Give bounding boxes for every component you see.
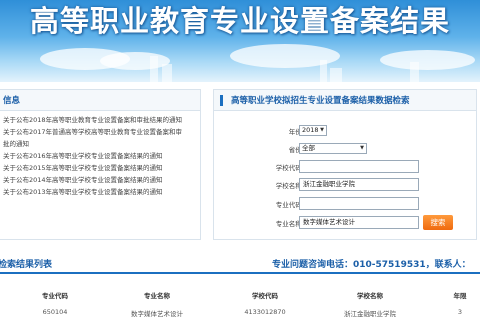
news-list: 关于公布2018年高等职业教育专业设置备案和审批结果的通知 关于公布2017年普…: [0, 111, 200, 198]
site-title: 高等职业教育专业设置备案结果: [30, 4, 451, 38]
search-panel: 高等职业学校拟招生专业设置备案结果数据检索 年份: 2018 ▼ 省份: 全部 …: [213, 89, 477, 240]
column-header-school-code: 学校代码: [252, 292, 278, 300]
news-link[interactable]: 关于公布2017年普通高等学校高等职业教育专业设置备案和审: [0, 126, 200, 138]
school-name-input[interactable]: 浙江金融职业学院: [299, 178, 419, 191]
major-code-row: 专业代码:: [214, 197, 478, 211]
province-row: 省份: 全部 ▼: [214, 142, 478, 156]
building-decoration: [410, 62, 419, 82]
cloud-decoration: [380, 50, 475, 70]
column-header-duration: 年限: [453, 292, 467, 300]
column-header-major-name: 专业名称: [144, 292, 170, 300]
header-banner: 高等职业教育专业设置备案结果: [0, 0, 480, 82]
year-row: 年份: 2018 ▼: [214, 124, 478, 138]
building-decoration: [320, 60, 327, 82]
school-name-row: 学校名称: 浙江金融职业学院: [214, 178, 478, 192]
cell-school-code: 4133012870: [244, 308, 286, 316]
cell-major-code: 650104: [42, 308, 68, 316]
province-select[interactable]: 全部 ▼: [299, 143, 367, 154]
cell-school-name: 浙江金融职业学院: [344, 310, 396, 318]
news-link[interactable]: 关于公布2014年高等职业学校专业设置备案结果的通知: [0, 174, 200, 186]
news-link[interactable]: 关于公布2015年高等职业学校专业设置备案结果的通知: [0, 162, 200, 174]
search-button[interactable]: 搜索: [423, 215, 453, 230]
news-link[interactable]: 关于公布2016年高等职业学校专业设置备案结果的通知: [0, 150, 200, 162]
news-panel-title: 信息: [3, 96, 21, 106]
search-panel-header: 高等职业学校拟招生专业设置备案结果数据检索: [214, 90, 476, 111]
chevron-down-icon: ▼: [320, 127, 324, 133]
results-header: 检索结果列表 专业问题咨询电话：010-57519531，联系人：: [0, 255, 480, 274]
province-select-value: 全部: [302, 144, 315, 152]
cell-major-name: 数字媒体艺术设计: [131, 310, 183, 318]
results-title: 检索结果列表: [0, 260, 53, 270]
cell-duration: 3: [457, 308, 463, 316]
search-panel-title: 高等职业学校拟招生专业设置备案结果数据检索: [231, 96, 410, 106]
year-select[interactable]: 2018 ▼: [299, 125, 327, 136]
news-link[interactable]: 关于公布2018年高等职业教育专业设置备案和审批结果的通知: [0, 114, 200, 126]
hotline-text: 专业问题咨询电话：010-57519531，联系人：: [272, 260, 471, 270]
news-panel: 信息 关于公布2018年高等职业教育专业设置备案和审批结果的通知 关于公布201…: [0, 89, 201, 240]
section-marker: [220, 95, 223, 106]
news-link[interactable]: 批的通知: [0, 138, 200, 150]
year-select-value: 2018: [302, 126, 319, 134]
major-code-input[interactable]: [299, 197, 419, 210]
news-link[interactable]: 关于公布2013年高等职业学校专业设置备案结果的通知: [0, 186, 200, 198]
building-decoration: [162, 64, 172, 82]
building-decoration: [150, 56, 158, 82]
school-code-row: 学校代码:: [214, 160, 478, 174]
column-header-school-name: 学校名称: [357, 292, 383, 300]
school-code-input[interactable]: [299, 160, 419, 173]
cloud-decoration: [100, 52, 170, 70]
column-header-major-code: 专业代码: [42, 292, 68, 300]
building-decoration: [330, 68, 342, 82]
major-name-input[interactable]: 数字媒体艺术设计: [299, 216, 419, 229]
news-panel-header: 信息: [0, 90, 200, 111]
chevron-down-icon: ▼: [360, 145, 364, 151]
